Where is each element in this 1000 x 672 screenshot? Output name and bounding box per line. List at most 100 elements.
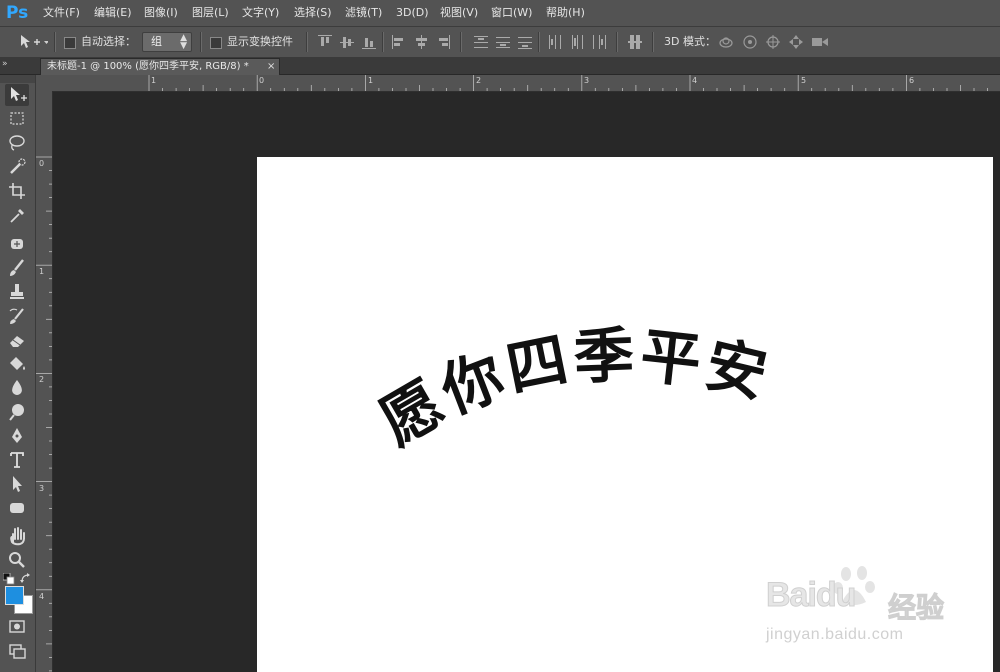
path-select-icon bbox=[13, 476, 22, 492]
auto-align-layers-icon[interactable] bbox=[628, 35, 642, 49]
move-tool-preset-picker[interactable] bbox=[18, 33, 49, 51]
quick-select-icon bbox=[10, 158, 26, 174]
align-right-icon[interactable] bbox=[436, 35, 450, 49]
close-tab-icon[interactable]: × bbox=[267, 59, 275, 75]
vertical-ruler[interactable]: 0 1 2 3 4 bbox=[36, 91, 53, 672]
brush-tool[interactable] bbox=[5, 257, 29, 279]
menu-bar: Ps 文件(F) 编辑(E) 图像(I) 图层(L) 文字(Y) 选择(S) 滤… bbox=[0, 0, 1000, 27]
3d-slide-icon[interactable] bbox=[789, 35, 803, 49]
photoshop-logo: Ps bbox=[6, 3, 29, 23]
baidu-jingyan-watermark: Baidu 经验 jingyan.baidu.com bbox=[760, 560, 990, 660]
ruler-label: 1 bbox=[39, 267, 45, 276]
quick-mask-button[interactable] bbox=[5, 616, 29, 638]
distribute-right-icon[interactable] bbox=[592, 35, 606, 49]
menu-select[interactable]: 选择(S) bbox=[294, 0, 332, 26]
clone-stamp-icon bbox=[10, 284, 24, 299]
align-vertical-center-icon[interactable] bbox=[340, 35, 354, 49]
menu-layer[interactable]: 图层(L) bbox=[192, 0, 229, 26]
distribute-vertical-center-icon[interactable] bbox=[496, 35, 510, 49]
menu-image[interactable]: 图像(I) bbox=[144, 0, 178, 26]
hand-tool[interactable] bbox=[5, 525, 29, 547]
paint-bucket-icon bbox=[10, 357, 25, 370]
separator bbox=[460, 32, 462, 52]
ruler-label: 5 bbox=[801, 76, 807, 85]
ruler-label: 4 bbox=[692, 76, 698, 85]
foreground-color-swatch[interactable] bbox=[5, 586, 24, 605]
menu-help[interactable]: 帮助(H) bbox=[546, 0, 585, 26]
dodge-icon bbox=[9, 404, 24, 421]
align-horizontal-center-icon[interactable] bbox=[414, 35, 428, 49]
auto-select-dropdown[interactable]: 组 ▲ ▼ bbox=[142, 32, 192, 52]
move-tool-icon bbox=[21, 35, 49, 48]
marquee-tool[interactable] bbox=[5, 108, 29, 130]
type-tool[interactable] bbox=[5, 449, 29, 471]
lasso-icon bbox=[9, 135, 25, 151]
history-brush-icon bbox=[9, 308, 24, 324]
shape-tool[interactable] bbox=[5, 497, 29, 519]
menu-filter[interactable]: 滤镜(T) bbox=[345, 0, 382, 26]
distribute-top-icon[interactable] bbox=[474, 35, 488, 49]
separator bbox=[306, 32, 308, 52]
brush-icon bbox=[10, 259, 24, 276]
menu-window[interactable]: 窗口(W) bbox=[491, 0, 532, 26]
3d-mode-label: 3D 模式： bbox=[664, 35, 716, 48]
arched-text-content: 愿你四季平安 bbox=[369, 321, 773, 459]
screen-mode-button[interactable] bbox=[5, 640, 29, 662]
ruler-label: 2 bbox=[476, 76, 482, 85]
document-tab[interactable]: 未标题-1 @ 100% (愿你四季平安, RGB/8) * × bbox=[40, 58, 280, 75]
tools-panel-header[interactable] bbox=[0, 75, 35, 83]
align-bottom-icon[interactable] bbox=[362, 35, 376, 49]
3d-pan-icon[interactable] bbox=[766, 35, 780, 49]
menu-edit[interactable]: 编辑(E) bbox=[94, 0, 132, 26]
zoom-tool[interactable] bbox=[5, 549, 29, 571]
swap-colors-icon[interactable] bbox=[20, 570, 32, 583]
dodge-tool[interactable] bbox=[5, 401, 29, 423]
separator bbox=[538, 32, 540, 52]
lasso-tool[interactable] bbox=[5, 132, 29, 154]
menu-3d[interactable]: 3D(D) bbox=[396, 0, 429, 26]
ruler-origin[interactable] bbox=[36, 75, 52, 91]
blur-icon bbox=[12, 380, 22, 395]
ruler-label: 3 bbox=[584, 76, 590, 85]
show-transform-checkbox[interactable] bbox=[210, 37, 222, 49]
auto-select-checkbox[interactable] bbox=[64, 37, 76, 49]
ruler-label: 1 bbox=[368, 76, 374, 85]
screen-mode-icon bbox=[9, 644, 26, 659]
eraser-tool[interactable] bbox=[5, 329, 29, 351]
menu-file[interactable]: 文件(F) bbox=[43, 0, 80, 26]
ruler-label: 2 bbox=[39, 375, 45, 384]
3d-scale-icon[interactable] bbox=[812, 38, 828, 46]
clone-stamp-tool[interactable] bbox=[5, 281, 29, 303]
document-tab-bar: » 未标题-1 @ 100% (愿你四季平安, RGB/8) * × bbox=[0, 58, 1000, 75]
marquee-icon bbox=[10, 112, 24, 125]
distribute-bottom-icon[interactable] bbox=[518, 35, 532, 49]
menu-view[interactable]: 视图(V) bbox=[440, 0, 478, 26]
crop-tool[interactable] bbox=[5, 180, 29, 202]
move-tool[interactable] bbox=[5, 84, 29, 106]
collapse-panels-icon[interactable]: » bbox=[2, 58, 8, 70]
eyedropper-tool[interactable] bbox=[5, 204, 29, 226]
healing-brush-tool[interactable] bbox=[5, 233, 29, 255]
align-left-icon[interactable] bbox=[392, 35, 406, 49]
3d-roll-icon[interactable] bbox=[743, 35, 757, 49]
zoom-icon bbox=[9, 552, 25, 568]
type-icon bbox=[10, 452, 24, 468]
paint-bucket-tool[interactable] bbox=[5, 353, 29, 375]
path-selection-tool[interactable] bbox=[5, 473, 29, 495]
distribute-left-icon[interactable] bbox=[548, 35, 562, 49]
pen-tool[interactable] bbox=[5, 425, 29, 447]
align-top-icon[interactable] bbox=[318, 35, 332, 49]
default-colors-icon[interactable] bbox=[2, 570, 15, 585]
horizontal-ruler[interactable]: 1 0 1 2 3 4 5 6 bbox=[52, 75, 1000, 92]
ruler-label: 6 bbox=[909, 76, 915, 85]
quick-selection-tool[interactable] bbox=[5, 156, 29, 178]
distribute-horizontal-center-icon[interactable] bbox=[570, 35, 584, 49]
tools-panel bbox=[0, 75, 36, 672]
history-brush-tool[interactable] bbox=[5, 305, 29, 327]
watermark-brand: Baidu bbox=[765, 576, 856, 615]
blur-tool[interactable] bbox=[5, 377, 29, 399]
menu-type[interactable]: 文字(Y) bbox=[242, 0, 279, 26]
watermark-url: jingyan.baidu.com bbox=[766, 626, 904, 643]
dropdown-arrows-icon: ▲ ▼ bbox=[180, 33, 187, 51]
3d-orbit-icon[interactable] bbox=[719, 37, 733, 48]
